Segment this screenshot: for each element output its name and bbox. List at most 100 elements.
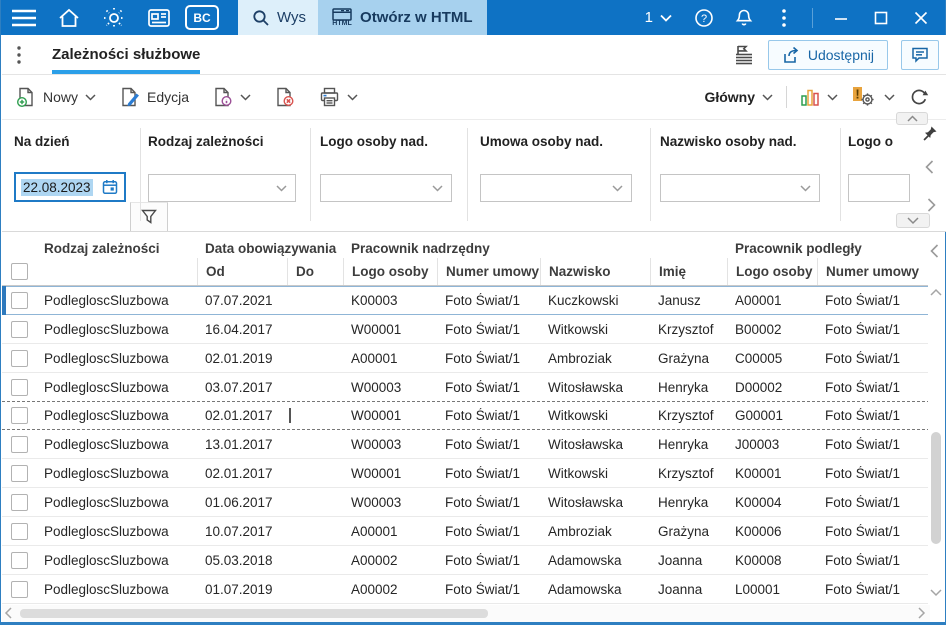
minimize-button[interactable] (823, 0, 859, 35)
row-checkbox[interactable] (10, 522, 28, 540)
cell-logo-pod[interactable]: K00004 (727, 495, 817, 510)
cell-od[interactable]: 03.07.2017 (197, 380, 287, 395)
cell-logo-nad[interactable]: W00001 (343, 322, 437, 337)
column-header-do[interactable]: Do (287, 258, 343, 285)
cell-imie[interactable]: Krzysztof (650, 322, 727, 337)
news-button[interactable] (136, 0, 181, 35)
nazwisko-nad-filter-input[interactable] (660, 174, 820, 202)
view-details-button[interactable] (213, 87, 251, 107)
cell-umowa-nad[interactable]: Foto Świat/1 (437, 524, 540, 539)
cell-logo-nad[interactable]: W00003 (343, 437, 437, 452)
cell-nazwisko[interactable]: Adamowska (540, 553, 650, 568)
cell-umowa-pod[interactable]: Foto Świat/1 (817, 351, 930, 366)
cell-logo-nad[interactable]: W00003 (343, 495, 437, 510)
cell-imie[interactable]: Joanna (650, 553, 727, 568)
row-checkbox[interactable] (10, 292, 28, 309)
chat-button[interactable] (901, 39, 939, 70)
scroll-right-button[interactable] (918, 607, 926, 619)
new-button[interactable]: Nowy (16, 87, 96, 107)
filter-funnel-button[interactable] (130, 202, 168, 231)
open-in-html-button[interactable]: HTML Otwórz w HTML (318, 0, 487, 35)
insights-button[interactable] (91, 0, 136, 35)
vertical-scrollbar[interactable] (928, 232, 944, 605)
cell-imie[interactable]: Janusz (650, 293, 727, 308)
table-row[interactable]: PodlegloscSluzbowa 03.07.2017 W00003 Fot… (2, 373, 930, 402)
cell-nazwisko[interactable]: Witosławska (540, 437, 650, 452)
cell-umowa-nad[interactable]: Foto Świat/1 (437, 408, 540, 423)
collapse-filter-pane-button[interactable] (896, 112, 928, 125)
cell-imie[interactable]: Krzysztof (650, 466, 727, 481)
cell-imie[interactable]: Grażyna (650, 524, 727, 539)
umowa-nad-filter-input[interactable] (480, 174, 632, 202)
cell-umowa-pod[interactable]: Foto Świat/1 (817, 322, 930, 337)
cell-rodzaj[interactable]: PodlegloscSluzbowa (36, 322, 197, 337)
cell-umowa-nad[interactable]: Foto Świat/1 (437, 293, 540, 308)
cell-logo-nad[interactable]: A00001 (343, 351, 437, 366)
close-button[interactable] (903, 0, 939, 35)
table-row[interactable]: PodlegloscSluzbowa 02.01.2019 A00001 Fot… (2, 344, 930, 373)
cell-imie[interactable]: Henryka (650, 437, 727, 452)
cell-od[interactable]: 02.01.2019 (197, 351, 287, 366)
cell-nazwisko[interactable]: Witkowski (540, 408, 650, 423)
tab-count-dropdown[interactable]: 1 (635, 9, 682, 26)
cell-logo-nad[interactable]: W00003 (343, 380, 437, 395)
cell-nazwisko[interactable]: Witosławska (540, 495, 650, 510)
cell-rodzaj[interactable]: PodlegloscSluzbowa (36, 293, 197, 308)
logo-nad-filter-input[interactable] (320, 174, 452, 202)
cell-imie[interactable]: Henryka (650, 495, 727, 510)
cell-logo-pod[interactable]: B00002 (727, 322, 817, 337)
cell-nazwisko[interactable]: Witosławska (540, 380, 650, 395)
cell-nazwisko[interactable]: Ambroziak (540, 351, 650, 366)
cell-rodzaj[interactable]: PodlegloscSluzbowa (36, 351, 197, 366)
cell-od[interactable]: 10.07.2017 (197, 524, 287, 539)
group-header-pracownik-nadrzedny[interactable]: Pracownik nadrzędny (343, 241, 727, 256)
cell-logo-nad[interactable]: K00003 (343, 293, 437, 308)
cell-logo-pod[interactable]: K00008 (727, 553, 817, 568)
cell-umowa-nad[interactable]: Foto Świat/1 (437, 437, 540, 452)
cell-od[interactable]: 01.07.2019 (197, 582, 287, 597)
calendar-icon[interactable] (102, 179, 118, 195)
column-header-nazwisko[interactable]: Nazwisko (540, 258, 650, 285)
focused-cell-editor[interactable] (289, 408, 291, 423)
date-filter-input[interactable]: 22.08.2023 (14, 172, 126, 202)
group-header-data-obowiazywania[interactable]: Data obowiązywania (197, 241, 343, 256)
cell-rodzaj[interactable]: PodlegloscSluzbowa (36, 380, 197, 395)
print-button[interactable] (319, 87, 358, 107)
cell-umowa-pod[interactable]: Foto Świat/1 (817, 408, 930, 423)
table-row[interactable]: PodlegloscSluzbowa 01.07.2019 A00002 Fot… (2, 575, 930, 604)
page-more-button[interactable] (2, 45, 36, 64)
scroll-down-button[interactable] (930, 589, 942, 597)
column-header-logo-osoby-nad[interactable]: Logo osoby (343, 258, 437, 285)
cell-logo-pod[interactable]: G00001 (727, 408, 817, 423)
logo-pod-filter-input[interactable] (848, 174, 910, 202)
pin-icon[interactable] (922, 125, 938, 141)
cell-rodzaj[interactable]: PodlegloscSluzbowa (36, 495, 197, 510)
table-row[interactable]: PodlegloscSluzbowa 07.07.2021 K00003 Fot… (2, 286, 930, 315)
cell-rodzaj[interactable]: PodlegloscSluzbowa (36, 553, 197, 568)
cell-umowa-nad[interactable]: Foto Świat/1 (437, 553, 540, 568)
home-button[interactable] (46, 0, 91, 35)
table-row[interactable]: PodlegloscSluzbowa 01.06.2017 W00003 Fot… (2, 488, 930, 517)
cell-od[interactable]: 05.03.2018 (197, 553, 287, 568)
cell-nazwisko[interactable]: Adamowska (540, 582, 650, 597)
cell-umowa-nad[interactable]: Foto Świat/1 (437, 322, 540, 337)
column-header-numer-umowy-pod[interactable]: Numer umowy (817, 258, 930, 285)
cell-logo-nad[interactable]: W00001 (343, 408, 437, 423)
cell-imie[interactable]: Henryka (650, 380, 727, 395)
delete-button[interactable] (275, 87, 295, 107)
analyze-button[interactable] (800, 87, 838, 107)
cell-logo-pod[interactable]: C00005 (727, 351, 817, 366)
cell-nazwisko[interactable]: Witkowski (540, 466, 650, 481)
cell-od[interactable]: 16.04.2017 (197, 322, 287, 337)
cell-umowa-nad[interactable]: Foto Świat/1 (437, 351, 540, 366)
row-checkbox[interactable] (10, 493, 28, 511)
expand-filter-pane-button[interactable] (896, 213, 930, 228)
table-row[interactable]: PodlegloscSluzbowa 05.03.2018 A00002 Fot… (2, 546, 930, 575)
bc-app-button[interactable]: BC (181, 0, 221, 35)
cell-umowa-pod[interactable]: Foto Świat/1 (817, 293, 930, 308)
group-header-rodzaj[interactable]: Rodzaj zależności (36, 241, 197, 256)
cell-umowa-nad[interactable]: Foto Świat/1 (437, 466, 540, 481)
cell-umowa-pod[interactable]: Foto Świat/1 (817, 582, 930, 597)
cell-nazwisko[interactable]: Ambroziak (540, 524, 650, 539)
cell-logo-pod[interactable]: L00001 (727, 582, 817, 597)
